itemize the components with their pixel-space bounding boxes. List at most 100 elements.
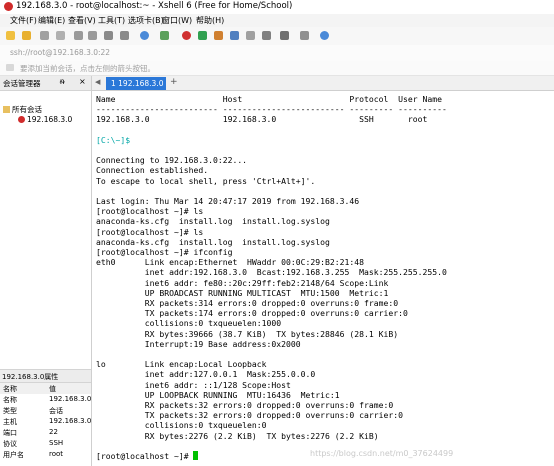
menu-edit[interactable]: 编辑(E) [38, 15, 65, 26]
hint-bar: 要添加当前会话，点击左侧的箭头按钮。 [0, 61, 554, 76]
add-tab-button[interactable]: + [170, 77, 178, 87]
column-value: 值 [49, 385, 56, 393]
terminal-line: Interrupt:19 Base address:0x2000 [96, 338, 301, 349]
table-row: 用户名 root [0, 449, 91, 460]
tab-label: 1 192.168.3.0 [111, 79, 164, 88]
print-icon[interactable] [120, 31, 129, 40]
terminal-line: [root@localhost ~]# ls [96, 226, 204, 237]
session-manager-title: 会话管理器 [3, 79, 41, 88]
reconnect-icon[interactable] [56, 31, 65, 40]
table-row: 协议 SSH [0, 438, 91, 449]
table-row: 名称 192.168.3.0 [0, 394, 91, 405]
terminal-line: RX bytes:39666 (38.7 KiB) TX bytes:28846… [96, 328, 399, 339]
script-icon[interactable] [230, 31, 239, 40]
property-value: 22 [49, 428, 58, 436]
terminal-line: RX packets:314 errors:0 dropped:0 overru… [96, 298, 399, 308]
menu-bar: 文件(F) 编辑(E) 查看(V) 工具(T) 选项卡(B) 窗口(W) 帮助(… [0, 14, 554, 27]
tab-session-1[interactable]: 1 192.168.3.0 [106, 77, 166, 90]
menu-tools[interactable]: 工具(T) [98, 15, 125, 26]
globe-icon[interactable] [140, 31, 149, 40]
terminal-line: Connection established. [96, 165, 209, 176]
xftp-icon[interactable] [182, 31, 191, 40]
xshell-logo-icon [4, 2, 13, 11]
terminal-line: eth0 Link encap:Ethernet HWaddr 00:0C:29… [96, 257, 365, 268]
watermark: https://blog.csdn.net/m0_37624499 [310, 449, 454, 458]
folder-icon [3, 106, 10, 113]
terminal-cursor [193, 451, 199, 460]
terminal-line: UP LOOPBACK RUNNING MTU:16436 Metric:1 [96, 389, 340, 400]
find-icon[interactable] [104, 31, 113, 40]
terminal-line: Last login: Thu Mar 14 20:47:17 2019 fro… [96, 196, 360, 206]
window-title: 192.168.3.0 - root@localhost:~ - Xshell … [16, 1, 293, 11]
property-key: 用户名 [3, 451, 24, 459]
tab-scroll-left-icon[interactable]: ◀ [95, 78, 100, 86]
session-manager-header: 会话管理器 ᵰ × [0, 76, 91, 91]
disconnect-icon[interactable] [40, 31, 49, 40]
tree-root-all-sessions[interactable]: 所有会话 [3, 104, 42, 115]
open-folder-icon[interactable] [22, 31, 31, 40]
terminal-line: ------------------------- --------------… [96, 104, 447, 115]
keyboard-icon[interactable] [246, 31, 255, 40]
table-row: 主机 192.168.3.0 [0, 416, 91, 427]
menu-view[interactable]: 查看(V) [68, 15, 96, 26]
property-key: 名称 [3, 396, 17, 404]
copy-icon[interactable] [74, 31, 83, 40]
layout-icon[interactable] [300, 31, 309, 40]
close-icon[interactable]: × [79, 77, 86, 86]
terminal-line: inet6 addr: ::1/128 Scope:Host [96, 379, 291, 390]
menu-file[interactable]: 文件(F) [10, 15, 37, 26]
property-key: 协议 [3, 440, 17, 448]
terminal-line: RX bytes:2276 (2.2 KiB) TX bytes:2276 (2… [96, 430, 379, 441]
terminal-line: inet6 addr: fe80::20c:29ff:feb2:2148/64 … [96, 277, 389, 288]
terminal-line: TX packets:174 errors:0 dropped:0 overru… [96, 308, 408, 319]
terminal-line: [C:\~]$ [96, 134, 131, 145]
terminal-line: TX packets:32 errors:0 dropped:0 overrun… [96, 410, 403, 421]
pin-icon[interactable]: ᵰ [60, 77, 64, 86]
terminal-line: [root@localhost ~]# ifconfig [96, 247, 233, 257]
terminal-line: lo Link encap:Local Loopback [96, 359, 267, 370]
toolbar [0, 27, 554, 46]
tree-root-label: 所有会话 [12, 105, 42, 114]
terminal-line: collisions:0 txqueuelen:0 [96, 420, 267, 431]
property-value: 192.168.3.0 [49, 417, 92, 425]
fullscreen-icon[interactable] [262, 31, 271, 40]
property-value: 会话 [49, 407, 63, 415]
table-row: 类型 会话 [0, 405, 91, 416]
property-key: 主机 [3, 418, 17, 426]
address-input[interactable]: ssh://root@192.168.3.0:22 [10, 48, 110, 57]
property-key: 端口 [3, 429, 17, 437]
terminal-line: collisions:0 txqueuelen:1000 [96, 318, 282, 329]
properties-header: 192.168.3.0属性 [0, 369, 91, 383]
address-bar: ssh://root@192.168.3.0:22 [0, 45, 554, 62]
new-session-icon[interactable] [6, 31, 15, 40]
xmanager-icon[interactable] [198, 31, 207, 40]
terminal-line: RX packets:32 errors:0 dropped:0 overrun… [96, 400, 394, 410]
font-icon[interactable] [160, 31, 169, 40]
help-icon[interactable] [320, 31, 329, 40]
tab-bar: ◀ 1 192.168.3.0 + [92, 76, 554, 91]
property-value: SSH [49, 439, 64, 447]
properties-title: 192.168.3.0属性 [2, 373, 59, 381]
add-session-arrow-icon[interactable] [6, 64, 14, 71]
tunnel-icon[interactable] [214, 31, 223, 40]
paste-icon[interactable] [88, 31, 97, 40]
property-value: root [49, 450, 64, 458]
menu-tab[interactable]: 选项卡(B) [128, 15, 164, 26]
terminal-line: Connecting to 192.168.3.0:22... [96, 155, 248, 166]
terminal-line: To escape to local shell, press 'Ctrl+Al… [96, 175, 316, 186]
menu-help[interactable]: 帮助(H) [196, 15, 224, 26]
session-manager-panel: 会话管理器 ᵰ × 所有会话 192.168.3.0 192.168.3.0属性… [0, 76, 92, 466]
table-row: 端口 22 [0, 427, 91, 438]
property-value: 192.168.3.0 [49, 395, 92, 403]
terminal-line: [root@localhost ~]# [96, 451, 199, 461]
terminal[interactable]: Name Host Protocol User Name ------------… [92, 91, 554, 466]
lock-icon[interactable] [280, 31, 289, 40]
tree-item-label: 192.168.3.0 [27, 115, 73, 124]
tree-item-session[interactable]: 192.168.3.0 [18, 115, 72, 124]
property-key: 类型 [3, 407, 17, 415]
terminal-line: anaconda-ks.cfg install.log install.log.… [96, 236, 330, 247]
terminal-line: [root@localhost ~]# ls [96, 206, 204, 217]
menu-window[interactable]: 窗口(W) [162, 15, 192, 26]
terminal-line: UP BROADCAST RUNNING MULTICAST MTU:1500 … [96, 287, 389, 298]
terminal-line: inet addr:192.168.3.0 Bcast:192.168.3.25… [96, 267, 447, 278]
